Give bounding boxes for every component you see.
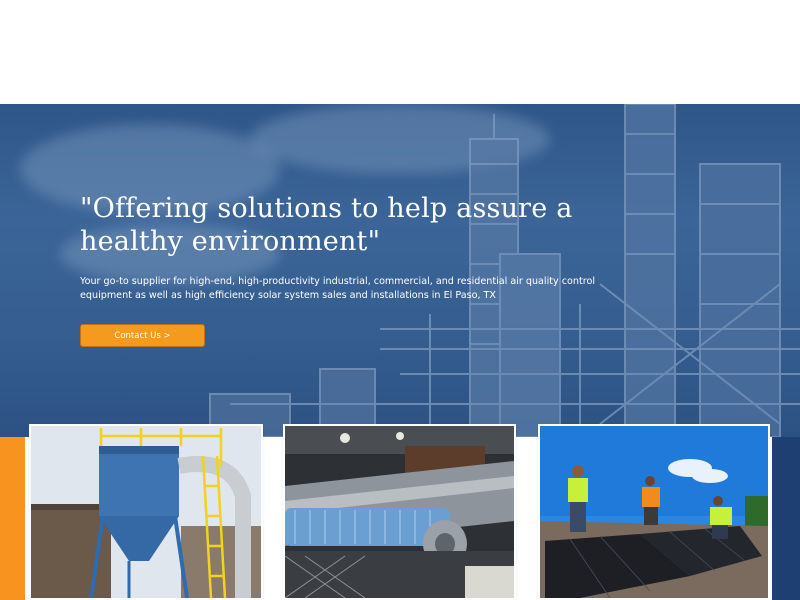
solar-installation-image-card[interactable] — [540, 426, 768, 598]
filtration-equipment-image-card[interactable] — [285, 426, 514, 598]
hero-title: "Offering solutions to help assure a hea… — [80, 193, 573, 257]
orange-accent-band — [0, 437, 25, 600]
hero-banner: "Offering solutions to help assure a hea… — [0, 104, 800, 437]
dust-collector-image — [31, 426, 261, 598]
hero-subtitle: Your go-to supplier for high-end, high-p… — [80, 276, 595, 301]
solar-installation-image — [540, 426, 768, 598]
filtration-equipment-image — [285, 426, 514, 598]
dust-collector-image-card[interactable] — [31, 426, 261, 598]
navy-accent-band — [772, 437, 800, 600]
contact-us-button[interactable]: Contact Us > — [80, 324, 205, 347]
refinery-background-image — [209, 104, 800, 437]
header-blank-area — [0, 0, 800, 104]
